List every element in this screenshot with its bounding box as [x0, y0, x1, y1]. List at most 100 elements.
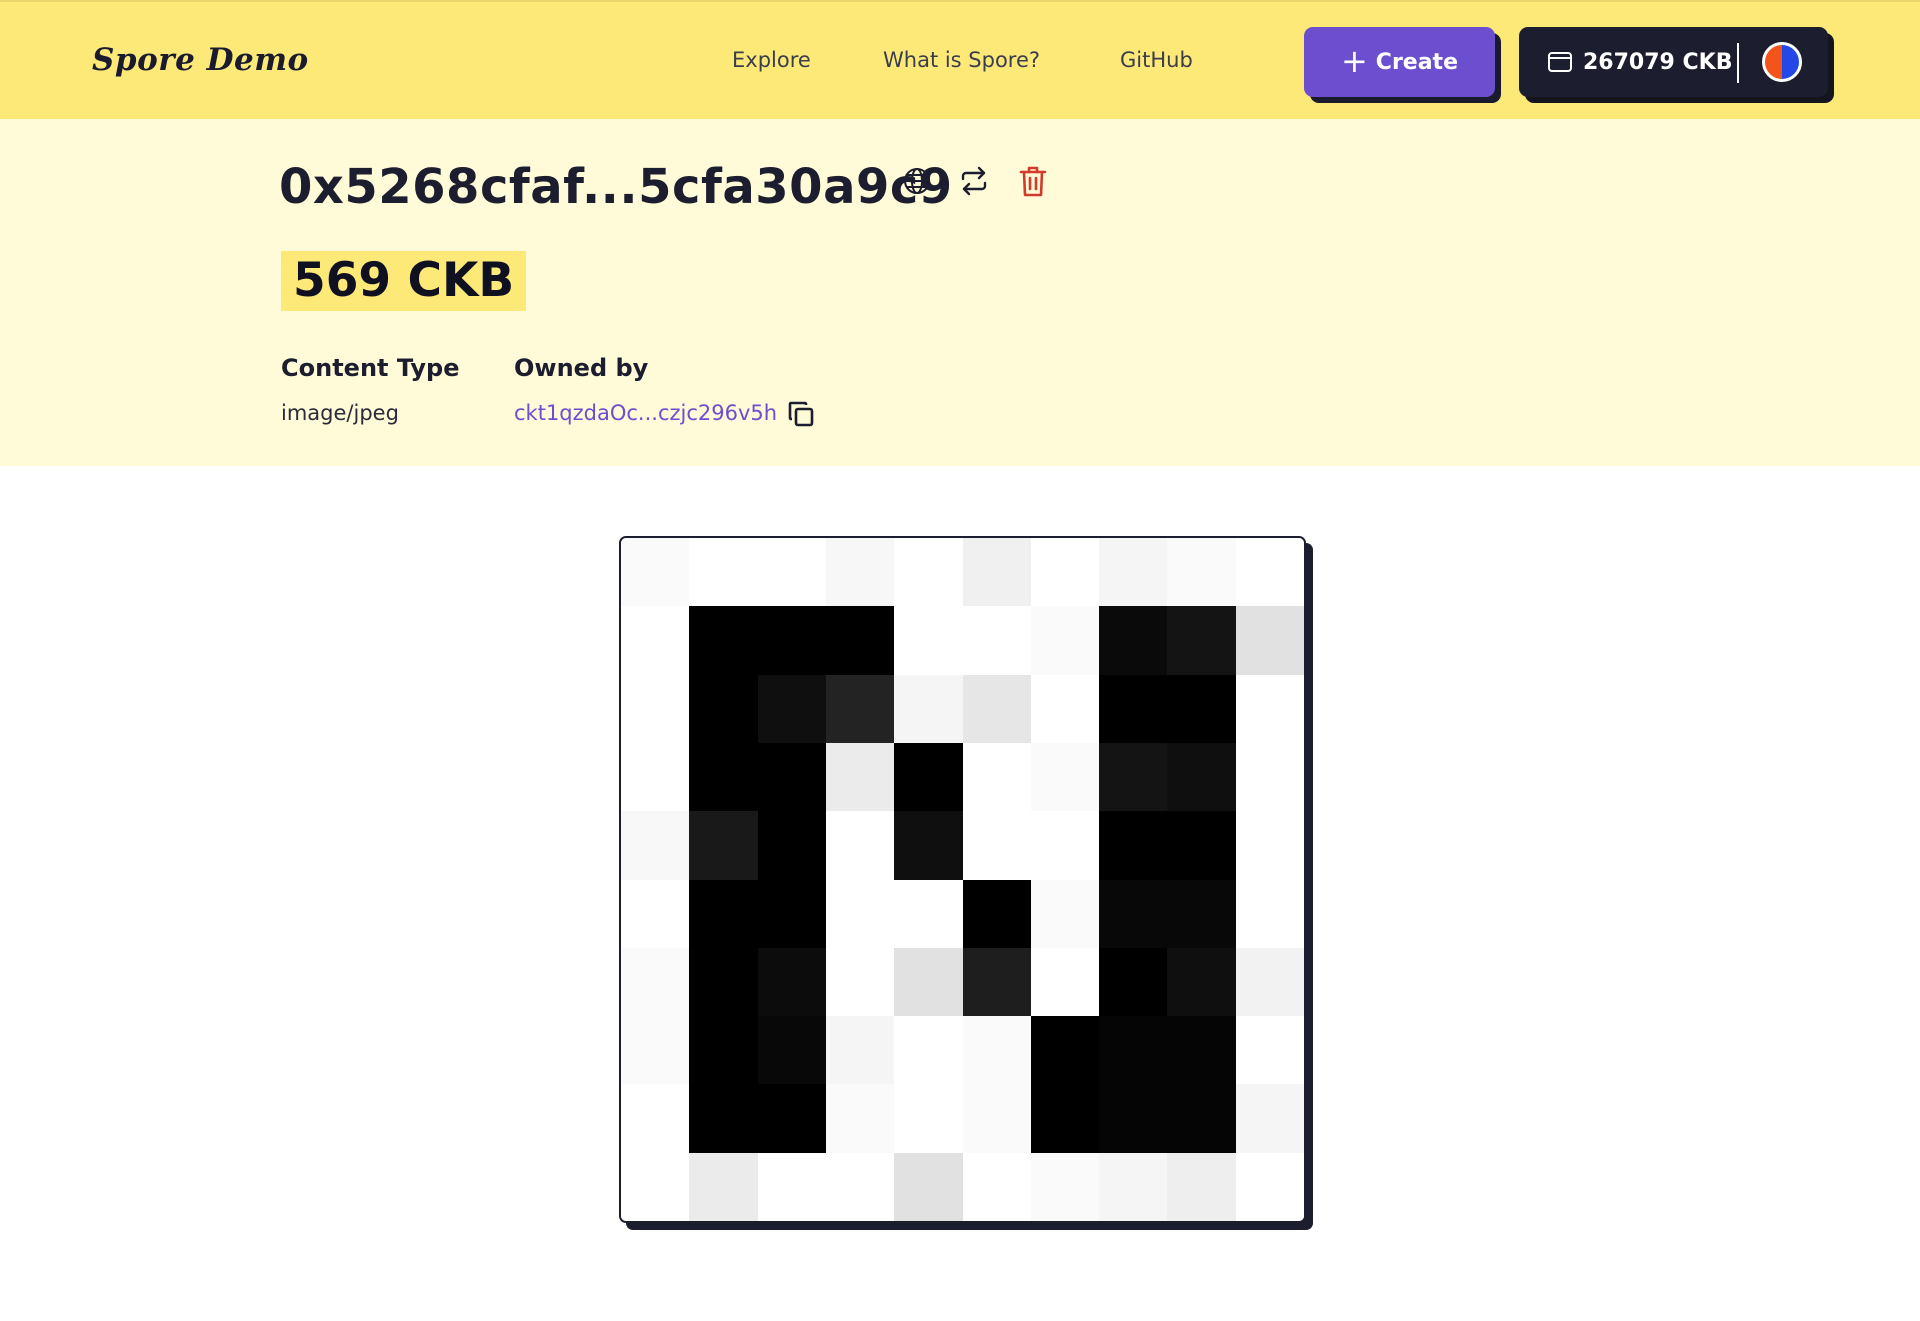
image-pixel — [962, 1084, 1031, 1153]
image-pixel — [962, 538, 1031, 607]
image-pixel — [757, 606, 826, 675]
image-pixel — [1099, 947, 1168, 1017]
image-pixel — [1030, 811, 1100, 880]
image-pixel — [1030, 606, 1100, 675]
image-pixel — [962, 606, 1031, 675]
image-pixel — [962, 1152, 1031, 1221]
image-pixel — [1099, 606, 1168, 675]
image-pixel — [621, 811, 690, 880]
image-pixel — [1167, 1084, 1236, 1153]
image-pixel — [689, 742, 758, 812]
image-pixel — [1167, 606, 1236, 675]
image-pixel — [1167, 811, 1236, 880]
image-pixel — [1235, 1084, 1304, 1153]
image-pixel — [757, 1152, 826, 1221]
image-pixel — [757, 538, 826, 607]
plus-icon: + — [1340, 41, 1368, 80]
image-pixel — [1099, 1016, 1168, 1085]
image-pixel — [1235, 742, 1304, 812]
image-pixel — [689, 947, 758, 1017]
image-pixel — [689, 606, 758, 675]
image-pixel — [621, 879, 690, 948]
image-pixel — [1235, 606, 1304, 675]
image-pixel — [689, 1016, 758, 1085]
image-pixel — [621, 606, 690, 675]
brand-logo[interactable]: Spore Demo — [92, 42, 309, 78]
image-pixel — [757, 674, 826, 743]
image-pixel — [825, 606, 895, 675]
top-navbar: Spore Demo Explore What is Spore? GitHub… — [0, 0, 1920, 119]
image-pixel — [1030, 1084, 1100, 1153]
nav-link-github[interactable]: GitHub — [1120, 48, 1193, 72]
image-pixel — [689, 674, 758, 743]
image-pixel — [825, 1152, 895, 1221]
image-pixel — [1030, 538, 1100, 607]
image-pixel — [825, 811, 895, 880]
image-pixel — [1099, 879, 1168, 948]
content-type-value: image/jpeg — [281, 401, 399, 425]
image-pixel — [962, 879, 1031, 948]
nav-link-explore[interactable]: Explore — [732, 48, 811, 72]
owner-address-link[interactable]: ckt1qzdaOc...czjc296v5h — [514, 401, 777, 425]
image-pixel — [1099, 1084, 1168, 1153]
image-pixel — [1099, 742, 1168, 812]
image-pixel — [825, 947, 895, 1017]
image-pixel — [894, 1152, 963, 1221]
image-pixel — [825, 742, 895, 812]
trash-icon[interactable] — [1013, 161, 1053, 201]
image-pixel — [825, 1016, 895, 1085]
image-pixel — [621, 1016, 690, 1085]
pixel-art-grid — [621, 538, 1304, 1221]
image-pixel — [1167, 879, 1236, 948]
image-pixel — [825, 674, 895, 743]
image-pixel — [894, 674, 963, 743]
image-pixel — [962, 674, 1031, 743]
image-pixel — [894, 538, 963, 607]
image-pixel — [1235, 1152, 1304, 1221]
image-pixel — [962, 1016, 1031, 1085]
copy-icon[interactable] — [781, 394, 821, 434]
image-pixel — [1099, 1152, 1168, 1221]
image-pixel — [1167, 674, 1236, 743]
image-pixel — [1235, 947, 1304, 1017]
image-pixel — [894, 947, 963, 1017]
wallet-icon — [1548, 52, 1572, 72]
image-pixel — [621, 1084, 690, 1153]
transfer-icon[interactable] — [954, 161, 994, 201]
image-pixel — [757, 1016, 826, 1085]
image-pixel — [962, 947, 1031, 1017]
image-pixel — [689, 879, 758, 948]
image-pixel — [1167, 538, 1236, 607]
image-pixel — [1030, 1152, 1100, 1221]
image-pixel — [894, 1084, 963, 1153]
image-pixel — [1099, 674, 1168, 743]
image-pixel — [689, 538, 758, 607]
nav-link-what-is-spore[interactable]: What is Spore? — [883, 48, 1040, 72]
image-pixel — [1099, 811, 1168, 880]
image-pixel — [825, 1084, 895, 1153]
image-pixel — [621, 1152, 690, 1221]
image-pixel — [1030, 879, 1100, 948]
image-pixel — [894, 606, 963, 675]
owner-label: Owned by — [514, 354, 649, 382]
image-pixel — [1167, 947, 1236, 1017]
avatar[interactable] — [1762, 42, 1802, 82]
content-type-label: Content Type — [281, 354, 460, 382]
image-pixel — [1235, 674, 1304, 743]
image-pixel — [757, 1084, 826, 1153]
image-pixel — [1167, 1152, 1236, 1221]
wallet-divider — [1737, 43, 1739, 83]
create-button[interactable]: + Create — [1304, 27, 1495, 97]
capacity-badge: 569 CKB — [281, 251, 527, 311]
image-pixel — [621, 947, 690, 1017]
image-pixel — [1167, 1016, 1236, 1085]
image-pixel — [1167, 742, 1236, 812]
image-pixel — [689, 811, 758, 880]
image-pixel — [1099, 538, 1168, 607]
image-pixel — [894, 879, 963, 948]
image-pixel — [757, 879, 826, 948]
globe-icon[interactable] — [897, 161, 937, 201]
image-pixel — [757, 811, 826, 880]
image-pixel — [689, 1152, 758, 1221]
wallet-button[interactable]: 267079 CKB — [1519, 27, 1828, 97]
